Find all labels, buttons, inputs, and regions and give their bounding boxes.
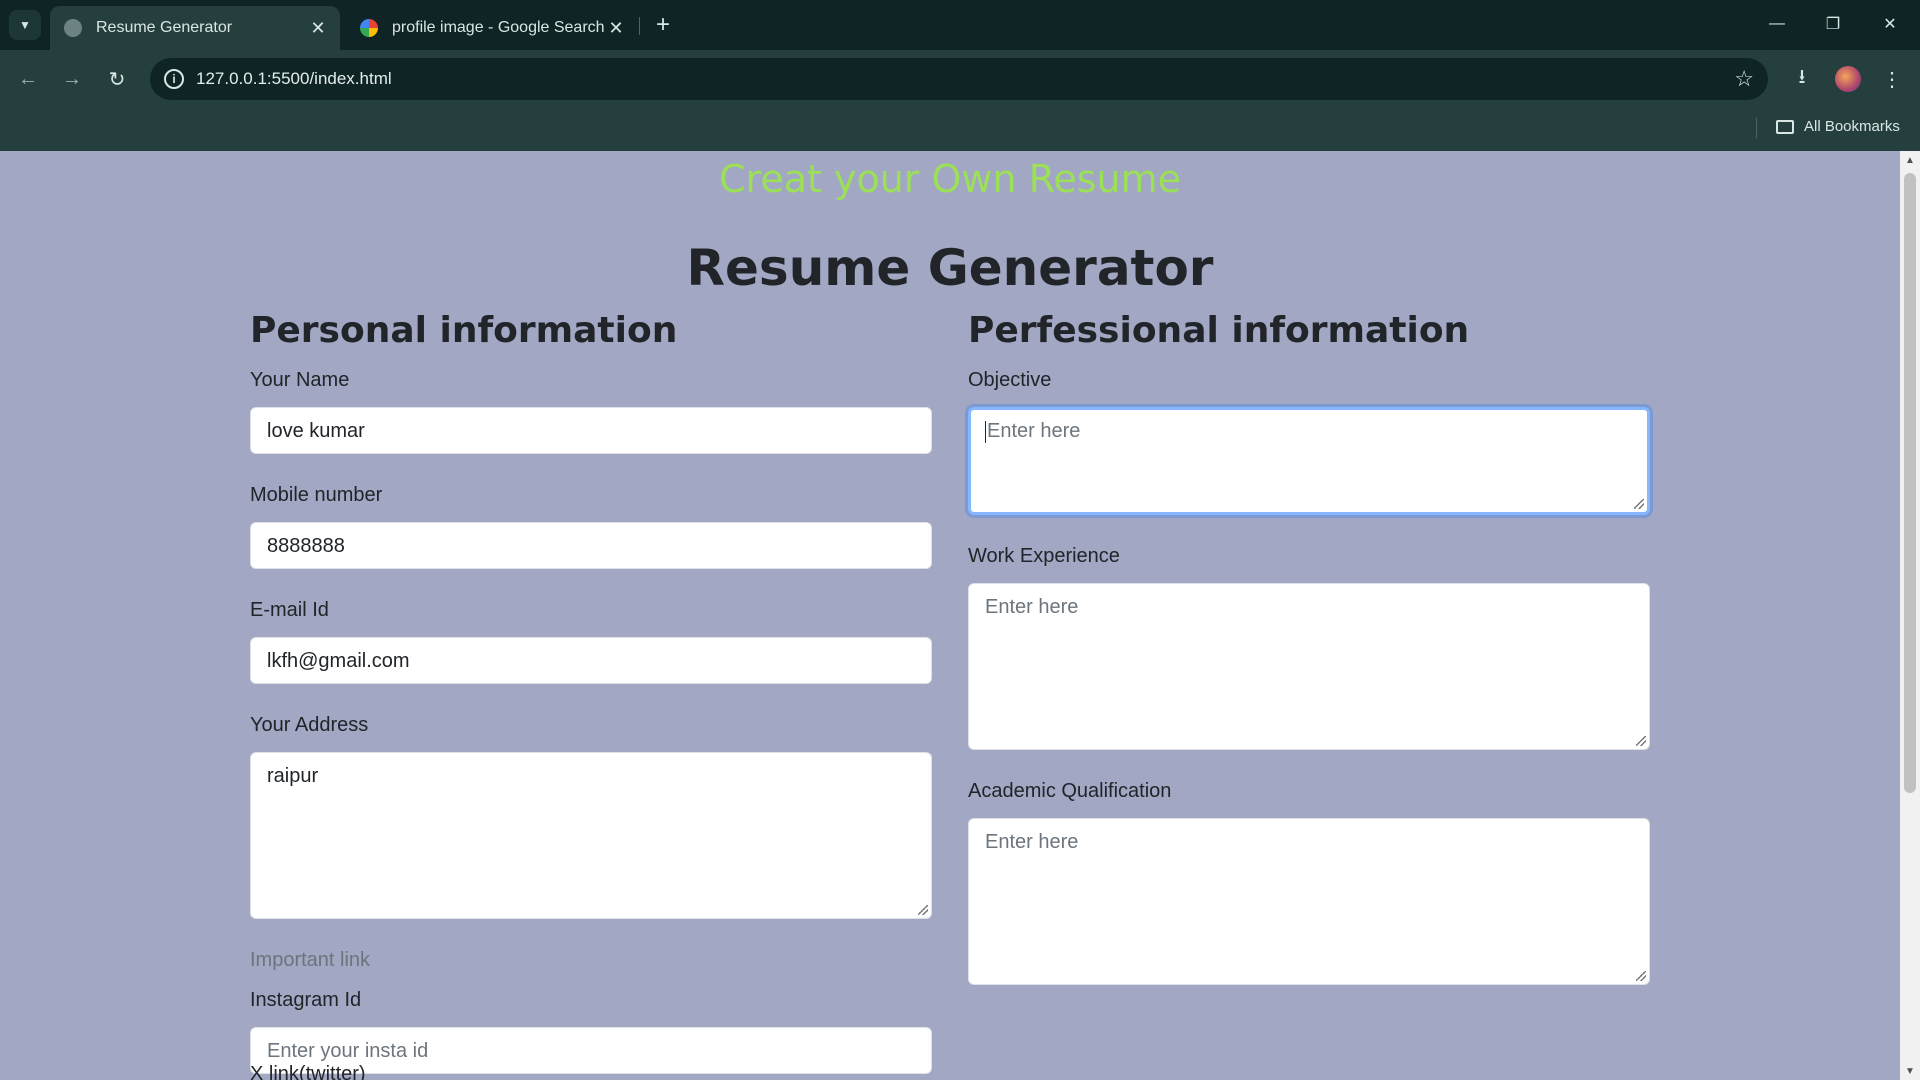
all-bookmarks-button[interactable]: All Bookmarks	[1776, 118, 1900, 135]
globe-icon	[64, 19, 82, 37]
tagline: Creat your Own Resume	[719, 157, 1181, 201]
address-textarea[interactable]: raipur	[250, 752, 932, 919]
close-tab-icon[interactable]: ✕	[604, 16, 628, 40]
scroll-thumb[interactable]	[1904, 173, 1916, 793]
folder-icon	[1776, 119, 1794, 134]
forward-arrow-icon[interactable]: →	[56, 63, 88, 95]
close-tab-icon[interactable]: ✕	[306, 16, 330, 40]
more-menu-icon[interactable]: ⋮	[1876, 63, 1908, 95]
twitter-label: X link(twitter)	[250, 1063, 366, 1080]
tab-google-search[interactable]: profile image - Google Search ✕	[346, 6, 638, 50]
close-window-icon[interactable]: ✕	[1870, 8, 1910, 40]
instagram-label: Instagram Id	[250, 989, 362, 1011]
google-icon	[360, 19, 378, 37]
url-text: 127.0.0.1:5500/index.html	[196, 69, 392, 88]
email-label: E-mail Id	[250, 599, 329, 621]
page-viewport: Creat your Own Resume Resume Generator P…	[0, 151, 1900, 1080]
bookmark-star-icon[interactable]: ☆	[1734, 66, 1754, 92]
academic-textarea[interactable]: Enter here	[968, 818, 1650, 985]
reload-icon[interactable]: ↻	[101, 63, 133, 95]
scroll-up-arrow-icon[interactable]: ▲	[1900, 151, 1920, 169]
academic-label: Academic Qualification	[968, 780, 1172, 802]
browser-toolbar: ← → ↻ i 127.0.0.1:5500/index.html ☆ ⭳ ⋮	[0, 50, 1920, 108]
important-link-heading: Important link	[250, 949, 371, 971]
back-arrow-icon[interactable]: ←	[12, 63, 44, 95]
new-tab-plus-icon[interactable]: +	[650, 10, 676, 40]
tab-bar: ▼ Resume Generator ✕ profile image - Goo…	[0, 0, 1920, 50]
resize-grip-icon[interactable]	[1634, 499, 1644, 509]
page-title: Resume Generator	[686, 239, 1214, 297]
address-label: Your Address	[250, 714, 369, 736]
name-label: Your Name	[250, 369, 350, 391]
address-bar[interactable]: i 127.0.0.1:5500/index.html ☆	[150, 58, 1768, 100]
work-experience-label: Work Experience	[968, 545, 1120, 567]
minimize-icon[interactable]: —	[1757, 8, 1797, 40]
resize-grip-icon[interactable]	[918, 905, 928, 915]
resize-grip-icon[interactable]	[1636, 736, 1646, 746]
text-caret	[985, 420, 986, 443]
mobile-label: Mobile number	[250, 484, 383, 506]
academic-placeholder: Enter here	[985, 831, 1079, 853]
tab-title: Resume Generator	[96, 19, 233, 36]
tab-divider	[639, 17, 640, 35]
all-bookmarks-label: All Bookmarks	[1804, 118, 1900, 135]
professional-info-section: Perfessional information Objective Enter…	[968, 307, 1650, 1013]
resize-grip-icon[interactable]	[1636, 971, 1646, 981]
tab-title: profile image - Google Search	[392, 19, 604, 36]
tab-search-chevron-icon[interactable]: ▼	[9, 10, 41, 40]
bookmarks-bar: All Bookmarks	[0, 108, 1920, 151]
personal-info-heading: Personal information	[250, 310, 678, 351]
objective-textarea[interactable]: Enter here	[968, 407, 1650, 515]
bookmarks-divider	[1756, 118, 1757, 138]
site-info-icon[interactable]: i	[164, 69, 184, 89]
work-experience-textarea[interactable]: Enter here	[968, 583, 1650, 750]
professional-info-heading: Perfessional information	[968, 310, 1470, 351]
name-input[interactable]: love kumar	[250, 407, 932, 454]
work-experience-placeholder: Enter here	[985, 596, 1079, 618]
mobile-input[interactable]: 8888888	[250, 522, 932, 569]
download-icon[interactable]: ⭳	[1786, 63, 1818, 95]
objective-placeholder: Enter here	[987, 420, 1081, 442]
email-input[interactable]: lkfh@gmail.com	[250, 637, 932, 684]
tab-resume-generator[interactable]: Resume Generator ✕	[50, 6, 340, 50]
page-scrollbar[interactable]: ▲ ▼	[1900, 151, 1920, 1080]
address-value: raipur	[267, 765, 319, 787]
scroll-down-arrow-icon[interactable]: ▼	[1900, 1062, 1920, 1080]
restore-window-icon[interactable]: ❐	[1813, 8, 1853, 40]
personal-info-section: Personal information Your Name love kuma…	[250, 307, 932, 1080]
profile-avatar[interactable]	[1835, 66, 1861, 92]
objective-label: Objective	[968, 369, 1052, 391]
